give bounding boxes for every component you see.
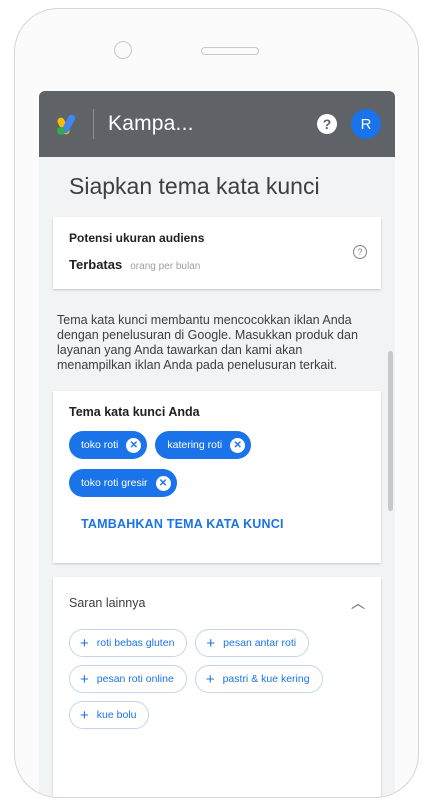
close-icon[interactable]: ✕ [230, 437, 246, 453]
suggestion-chip-list: + roti bebas gluten + pesan antar roti +… [69, 629, 365, 729]
front-camera [114, 41, 132, 59]
theme-chip-label: katering roti [167, 439, 223, 451]
suggestion-chip-label: kue bolu [96, 709, 137, 721]
main-content: Potensi ukuran audiens Terbatas orang pe… [39, 205, 395, 797]
theme-chip-label: toko roti gresir [81, 477, 148, 489]
suggestion-chip[interactable]: + pesan antar roti [195, 629, 310, 657]
audience-sub: orang per bulan [130, 261, 201, 272]
close-icon[interactable]: ✕ [155, 475, 171, 491]
suggestion-chip-label: pesan roti online [96, 673, 174, 685]
suggestions-label: Saran lainnya [69, 596, 146, 610]
scrollbar[interactable] [388, 351, 393, 511]
description-text: Tema kata kunci membantu mencocokkan ikl… [57, 313, 358, 372]
app-screen: Kampa... ? R Siapkan tema kata kunci Pot… [39, 91, 395, 797]
info-icon[interactable]: ? [353, 245, 367, 259]
chevron-up-icon[interactable]: ︿ [351, 593, 365, 613]
plus-icon: + [80, 670, 89, 688]
suggestions-header[interactable]: Saran lainnya ︿ [69, 593, 365, 613]
theme-chip[interactable]: toko roti gresir ✕ [69, 469, 177, 497]
plus-icon: + [206, 634, 216, 652]
suggestions-card: Saran lainnya ︿ + roti bebas gluten + pe… [53, 577, 381, 797]
suggestion-chip-label: pesan antar roti [223, 637, 297, 649]
plus-icon: + [80, 706, 89, 724]
close-icon[interactable]: ✕ [126, 437, 142, 453]
audience-card: Potensi ukuran audiens Terbatas orang pe… [53, 217, 381, 289]
suggestion-chip[interactable]: + roti bebas gluten [69, 629, 188, 657]
app-title: Kampa... [108, 112, 194, 135]
suggestion-chip[interactable]: + pastri & kue kering [194, 665, 323, 693]
google-ads-logo-icon [56, 113, 79, 136]
help-icon[interactable]: ? [317, 114, 337, 134]
theme-chip[interactable]: toko roti ✕ [69, 431, 148, 459]
plus-icon: + [205, 670, 215, 688]
add-theme-button[interactable]: TAMBAHKAN TEMA KATA KUNCI [69, 517, 365, 531]
keyword-themes-card: Tema kata kunci Anda toko roti ✕ katerin… [53, 391, 381, 563]
themes-label: Tema kata kunci Anda [69, 405, 200, 419]
page-title: Siapkan tema kata kunci [69, 173, 320, 199]
audience-label: Potensi ukuran audiens [69, 231, 205, 245]
app-bar: Kampa... ? R [39, 91, 395, 157]
theme-chip[interactable]: katering roti ✕ [155, 431, 252, 459]
suggestion-chip-label: roti bebas gluten [96, 637, 175, 649]
phone-frame: Kampa... ? R Siapkan tema kata kunci Pot… [14, 8, 419, 798]
suggestion-chip[interactable]: + pesan roti online [69, 665, 187, 693]
suggestion-chip-label: pastri & kue kering [222, 673, 310, 685]
speaker-grill [201, 47, 259, 55]
account-avatar[interactable]: R [351, 109, 381, 139]
theme-chip-list: toko roti ✕ katering roti ✕ toko roti gr… [69, 431, 365, 497]
audience-value: Terbatas [69, 257, 123, 272]
appbar-divider [93, 109, 94, 139]
suggestion-chip[interactable]: + kue bolu [69, 701, 150, 729]
theme-chip-label: toko roti [81, 439, 119, 451]
plus-icon: + [80, 634, 89, 652]
